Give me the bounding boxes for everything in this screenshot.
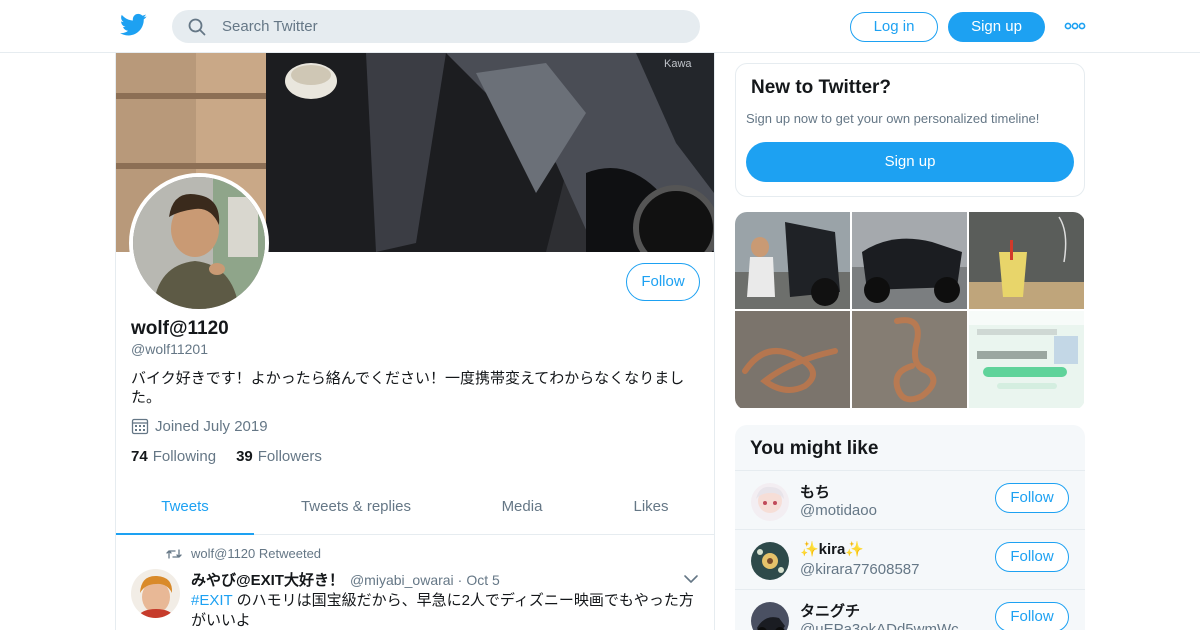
tweet-author-avatar-photo — [131, 569, 180, 618]
joined-text: Joined July 2019 — [155, 417, 268, 435]
signup-button[interactable]: Sign up — [948, 12, 1045, 42]
suggested-user-name[interactable]: もち — [800, 481, 830, 502]
photo-thumbnail[interactable] — [969, 212, 1084, 309]
tweet-hashtag[interactable]: #EXIT — [191, 592, 232, 609]
flower-avatar-image — [751, 542, 789, 580]
photo-thumbnail[interactable] — [969, 311, 1084, 408]
motorcycle-photo — [852, 212, 967, 309]
suggested-user-avatar[interactable] — [751, 542, 789, 580]
suggested-user-name[interactable]: タニグチ — [800, 600, 860, 621]
suggested-user[interactable]: もち @motidaoo Follow — [735, 470, 1085, 529]
profile-avatar-photo — [133, 177, 265, 309]
search-bar[interactable] — [172, 10, 700, 43]
new-to-twitter-title: New to Twitter? — [751, 77, 892, 98]
tweet-author-avatar[interactable] — [131, 569, 180, 618]
retweet-context: wolf@1120 Retweeted — [166, 546, 321, 561]
profile-name: wolf@1120 — [131, 318, 229, 339]
follow-suggested-user-button[interactable]: Follow — [995, 542, 1069, 572]
tab-tweets-replies[interactable]: Tweets & replies — [274, 483, 438, 535]
following-count: 74 — [131, 448, 148, 465]
profile-joined-date: Joined July 2019 — [131, 417, 268, 435]
tab-tweets[interactable]: Tweets — [116, 483, 254, 535]
retweet-icon — [166, 548, 182, 559]
motorcycle-avatar-image — [751, 602, 789, 630]
profile-avatar[interactable] — [129, 173, 269, 313]
suggested-user[interactable]: タニグチ @uEPa3okADd5wmWc Follow — [735, 589, 1085, 630]
followers-label: Followers — [257, 448, 322, 465]
suggested-user-handle: @kirara77608587 — [800, 561, 920, 578]
you-might-like-card: You might like もち @motidaoo Follow ✨kira… — [735, 425, 1085, 630]
tweet-separator: · — [457, 572, 463, 588]
drink-photo — [969, 212, 1084, 309]
suggested-user-name[interactable]: ✨kira✨ — [800, 540, 864, 558]
media-photo-grid — [735, 212, 1085, 410]
snake-photo — [852, 311, 967, 408]
profile-stats: 74 Following 39 Followers — [131, 448, 342, 465]
search-icon — [188, 18, 206, 36]
tab-media[interactable]: Media — [476, 483, 568, 535]
follow-suggested-user-button[interactable]: Follow — [995, 483, 1069, 513]
photo-thumbnail[interactable] — [735, 311, 850, 408]
tweet-author-name[interactable]: みやび@EXIT大好き！ — [191, 569, 344, 590]
more-options-icon[interactable] — [1064, 19, 1086, 33]
photo-thumbnail[interactable] — [735, 212, 850, 309]
suggested-user[interactable]: ✨kira✨ @kirara77608587 Follow — [735, 529, 1085, 588]
followers-stat[interactable]: 39 Followers — [236, 448, 322, 465]
tab-likes[interactable]: Likes — [606, 483, 696, 535]
tweet-item[interactable]: wolf@1120 Retweeted みやび@EXIT大好き！ @miyabi… — [116, 536, 714, 630]
suggested-user-handle: @uEPa3okADd5wmWc — [800, 621, 959, 630]
tweet-author-handle[interactable]: @miyabi_owarai — [350, 572, 454, 588]
following-label: Following — [152, 448, 217, 465]
following-stat[interactable]: 74 Following — [131, 448, 216, 465]
follow-suggested-user-button[interactable]: Follow — [995, 602, 1069, 630]
chevron-down-icon[interactable] — [683, 574, 699, 584]
photo-thumbnail[interactable] — [852, 311, 967, 408]
photo-thumbnail[interactable] — [852, 212, 967, 309]
svg-text:Kawa: Kawa — [664, 58, 692, 70]
app-screenshot-photo — [969, 311, 1084, 408]
suggested-user-handle: @motidaoo — [800, 502, 877, 519]
suggested-user-avatar[interactable] — [751, 483, 789, 521]
profile-handle: @wolf11201 — [131, 341, 208, 357]
suggested-user-avatar[interactable] — [751, 602, 789, 630]
new-to-twitter-card: New to Twitter? Sign up now to get your … — [735, 63, 1085, 197]
followers-count: 39 — [236, 448, 253, 465]
anime-avatar-image — [751, 483, 789, 521]
profile-bio: バイク好きです！よかったら絡んでください！一度携帯変えてわからなくなりました。 — [131, 370, 685, 406]
retweeted-by-text[interactable]: wolf@1120 Retweeted — [191, 546, 321, 561]
search-input[interactable] — [222, 10, 682, 43]
login-button[interactable]: Log in — [850, 12, 938, 42]
snake-photo — [735, 311, 850, 408]
tweet-text: #EXIT のハモリは国宝級だから、早急に2人でディズニー映画でもやった方がいい… — [191, 591, 706, 630]
twitter-bird-icon[interactable] — [120, 13, 147, 37]
calendar-icon — [131, 418, 149, 435]
tweet-body: のハモリは国宝級だから、早急に2人でディズニー映画でもやった方がいいよ — [191, 592, 694, 629]
you-might-like-title: You might like — [750, 438, 879, 459]
follow-profile-button[interactable]: Follow — [626, 263, 700, 301]
motorcycle-photo — [735, 212, 850, 309]
signup-card-button[interactable]: Sign up — [746, 142, 1074, 182]
tweet-date[interactable]: Oct 5 — [466, 572, 499, 588]
profile-tabs: Tweets Tweets & replies Media Likes — [116, 483, 714, 535]
new-to-twitter-subtitle: Sign up now to get your own personalized… — [746, 111, 1040, 126]
tweet-header: みやび@EXIT大好き！ @miyabi_owarai · Oct 5 — [191, 569, 500, 590]
top-navigation-bar: Log in Sign up — [0, 0, 1200, 53]
profile-column: Kawa Follow wolf@1120 @wolf11201 バイク好きです… — [115, 53, 715, 630]
